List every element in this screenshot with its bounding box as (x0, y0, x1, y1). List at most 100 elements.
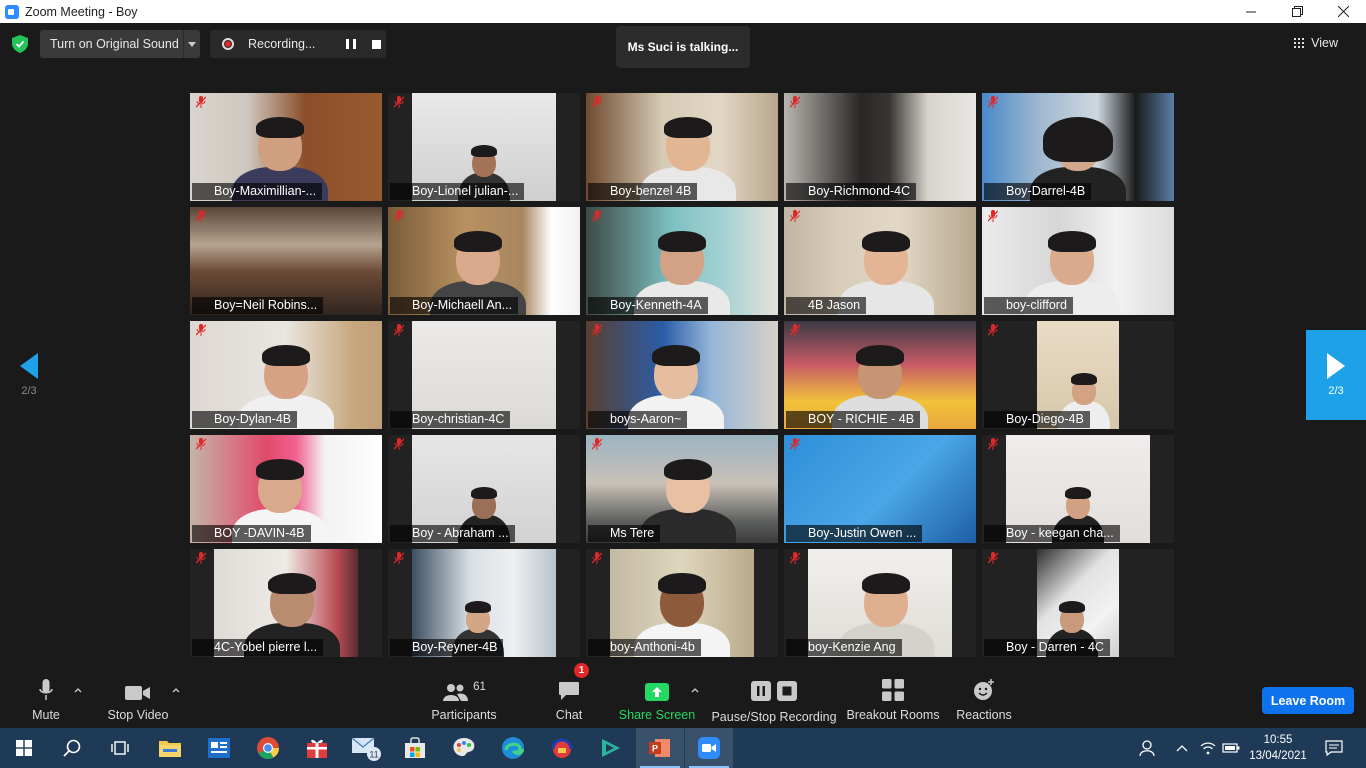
start-button[interactable] (0, 728, 48, 768)
muted-microphone-icon (790, 210, 800, 222)
participant-tile[interactable]: Boy - Darren - 4C (982, 549, 1174, 657)
close-button[interactable] (1320, 0, 1366, 23)
participant-name: 4B Jason (786, 297, 867, 314)
participant-hair (1042, 117, 1114, 162)
shield-check-icon[interactable] (12, 35, 28, 53)
participant-tile[interactable]: Boy-Diego-4B (982, 321, 1174, 429)
participant-tile[interactable]: Boy-Michaell An... (388, 207, 580, 315)
taskbar-store[interactable] (391, 728, 439, 768)
clock-time: 10:55 (1263, 734, 1293, 746)
participant-name: Boy-Diego-4B (984, 411, 1090, 428)
participant-tile[interactable]: Boy-christian-4C (388, 321, 580, 429)
muted-microphone-icon (196, 210, 206, 222)
participant-tile[interactable]: Boy=Neil Robins... (190, 207, 382, 315)
taskbar-gift-app[interactable] (293, 728, 341, 768)
pause-stop-recording-button[interactable]: Pause/Stop Recording (711, 671, 837, 728)
taskbar-file-explorer[interactable] (146, 728, 194, 768)
chat-button[interactable]: 1 Chat (550, 663, 589, 728)
stop-recording-icon[interactable] (372, 39, 381, 49)
participant-name: BOY -DAVIN-4B (192, 525, 311, 542)
powerpoint-icon: P (649, 739, 670, 757)
participant-hair (862, 573, 910, 594)
participant-tile[interactable]: Ms Tere (586, 435, 778, 543)
next-page-button[interactable]: 2/3 (1306, 330, 1366, 420)
people-button[interactable] (1136, 728, 1160, 768)
participant-tile[interactable]: boys-Aaron~ (586, 321, 778, 429)
video-options-chevron-up-icon[interactable] (171, 685, 181, 695)
participant-name: boy-clifford (984, 297, 1073, 314)
original-sound-dropdown[interactable] (183, 30, 200, 58)
participant-tile[interactable]: Boy-Reyner-4B (388, 549, 580, 657)
participant-name: boys-Aaron~ (588, 411, 688, 428)
taskbar-powerpoint[interactable]: P (636, 728, 684, 768)
mute-button[interactable]: Mute (24, 671, 68, 728)
participants-button[interactable]: 61 Participants (430, 671, 498, 728)
participant-hair (262, 345, 310, 366)
participant-tile[interactable]: Boy-benzel 4B (586, 93, 778, 201)
participant-hair (664, 117, 712, 138)
participant-name: Boy-Kenneth-4A (588, 297, 708, 314)
microphone-icon (39, 679, 53, 700)
zoom-app-taskbar-icon (698, 737, 720, 759)
previous-page-button[interactable]: 2/3 (0, 330, 58, 420)
taskbar-app-news[interactable] (195, 728, 243, 768)
participant-hair (256, 117, 304, 138)
muted-microphone-icon (196, 96, 206, 108)
battery-button[interactable] (1220, 728, 1242, 768)
view-button[interactable]: View (1294, 36, 1338, 50)
taskbar-search-button[interactable] (48, 728, 96, 768)
participant-tile[interactable]: Boy-Darrel-4B (982, 93, 1174, 201)
taskbar-paint[interactable] (440, 728, 488, 768)
participant-hair (268, 573, 316, 594)
leave-room-button[interactable]: Leave Room (1262, 687, 1354, 714)
taskbar-app-headset[interactable] (538, 728, 586, 768)
stop-video-button[interactable]: Stop Video (104, 671, 172, 728)
participant-hair (471, 487, 497, 499)
pause-recording-icon[interactable] (346, 39, 356, 49)
network-button[interactable] (1198, 728, 1218, 768)
participant-tile[interactable]: Boy-Dylan-4B (190, 321, 382, 429)
share-options-chevron-up-icon[interactable] (690, 685, 700, 695)
action-center-button[interactable] (1320, 728, 1348, 768)
people-icon (1139, 740, 1155, 757)
taskbar-zoom[interactable] (685, 728, 733, 768)
system-clock[interactable]: 10:55 13/04/2021 (1248, 732, 1308, 764)
stop-icon (777, 681, 797, 701)
share-screen-button[interactable]: Share Screen (619, 671, 695, 728)
search-icon (63, 739, 81, 757)
participant-tile[interactable]: Boy-Lionel julian-... (388, 93, 580, 201)
participant-tile[interactable]: Boy - Abraham ... (388, 435, 580, 543)
participant-tile[interactable]: boy-clifford (982, 207, 1174, 315)
reactions-button[interactable]: Reactions (955, 671, 1013, 728)
participant-tile[interactable]: Boy-Maximillian-... (190, 93, 382, 201)
view-label: View (1311, 36, 1338, 50)
taskbar-chrome[interactable] (244, 728, 292, 768)
participant-tile[interactable]: 4C-Yobel pierre l... (190, 549, 382, 657)
taskbar-mail[interactable]: 11 (342, 728, 390, 768)
restore-button[interactable] (1274, 0, 1320, 23)
participant-tile[interactable]: boy-Anthoni-4b (586, 549, 778, 657)
taskbar-app-arrow[interactable] (587, 728, 635, 768)
show-hidden-icons-button[interactable] (1172, 728, 1192, 768)
taskbar-edge[interactable] (489, 728, 537, 768)
participants-count: 61 (473, 681, 486, 693)
task-view-button[interactable] (96, 728, 144, 768)
participant-name: BOY - RICHIE - 4B (786, 411, 921, 428)
participant-tile[interactable]: boy-Kenzie Ang (784, 549, 976, 657)
participant-tile[interactable]: 4B Jason (784, 207, 976, 315)
participant-hair (658, 231, 706, 252)
participant-hair (256, 459, 304, 480)
participant-tile[interactable]: BOY - RICHIE - 4B (784, 321, 976, 429)
minimize-button[interactable] (1228, 0, 1274, 23)
window-controls (1228, 0, 1366, 23)
original-sound-button[interactable]: Turn on Original Sound (40, 30, 200, 58)
participant-tile[interactable]: Boy - keegan cha... (982, 435, 1174, 543)
breakout-rooms-button[interactable]: Breakout Rooms (846, 671, 940, 728)
close-icon (1337, 6, 1349, 17)
muted-microphone-icon (394, 438, 404, 450)
audio-options-chevron-up-icon[interactable] (73, 685, 83, 695)
participant-tile[interactable]: Boy-Justin Owen ... (784, 435, 976, 543)
participant-tile[interactable]: Boy-Kenneth-4A (586, 207, 778, 315)
participant-tile[interactable]: BOY -DAVIN-4B (190, 435, 382, 543)
participant-tile[interactable]: Boy-Richmond-4C (784, 93, 976, 201)
